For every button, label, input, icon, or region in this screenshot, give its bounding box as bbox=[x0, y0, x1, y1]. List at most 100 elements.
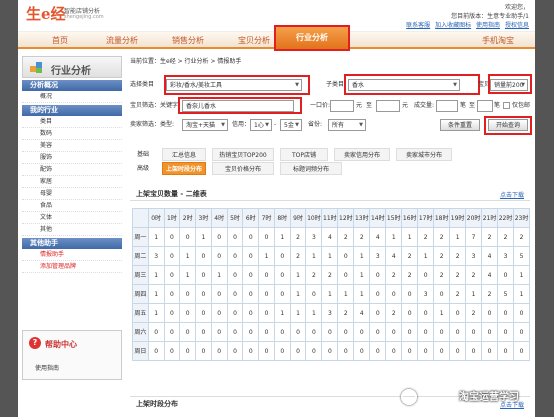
table-cell: 0 bbox=[401, 322, 419, 342]
sidebar-item-intel-assistant[interactable]: 情报助手 bbox=[22, 249, 122, 261]
tab-group-basic: 基础 bbox=[130, 148, 156, 161]
price-min-input[interactable] bbox=[330, 100, 354, 112]
table-cell: 4 bbox=[481, 246, 499, 266]
link-favorite[interactable]: 加入收藏图标 bbox=[435, 22, 471, 29]
table-cell: 1 bbox=[195, 227, 212, 247]
credit-min-select[interactable]: 1心 bbox=[250, 119, 272, 131]
table-cell: 0 bbox=[369, 303, 387, 323]
table-cell: 0 bbox=[433, 322, 451, 342]
table-cell: 0 bbox=[417, 265, 435, 285]
table-cell: 4 bbox=[369, 227, 387, 247]
table-cell: 0 bbox=[465, 341, 483, 361]
table-cell: 0 bbox=[210, 322, 228, 342]
nav-sales[interactable]: 销售分析 bbox=[162, 32, 214, 49]
tab-seller-city[interactable]: 卖家城市分布 bbox=[396, 148, 452, 161]
table-cell: 0 bbox=[210, 227, 228, 247]
table-cell: 0 bbox=[242, 227, 260, 247]
table-cell: 3 bbox=[147, 246, 165, 266]
sidebar-item-overview[interactable]: 概况 bbox=[22, 91, 122, 103]
table-cell: 1 bbox=[417, 246, 435, 266]
label-credit: 信用： bbox=[232, 121, 251, 128]
sidebar-section-tools[interactable]: 其他助手 bbox=[22, 238, 122, 249]
tab-top-shops[interactable]: TOP店铺 bbox=[280, 148, 328, 161]
table-cell: 0 bbox=[163, 265, 181, 285]
sidebar-section-overview[interactable]: 分析概况 bbox=[22, 80, 122, 91]
sidebar-item[interactable]: 文体 bbox=[22, 212, 122, 224]
table-cell: 0 bbox=[417, 322, 435, 342]
table-cell: 1 bbox=[385, 227, 403, 247]
table-cell: 1 bbox=[289, 303, 307, 323]
table-cell: 2 bbox=[497, 227, 515, 247]
table-cell: 4 bbox=[353, 303, 371, 323]
table-cell: 0 bbox=[337, 265, 355, 285]
help-guide-link[interactable]: 使用指南 bbox=[35, 363, 59, 372]
logo[interactable]: 生e经 bbox=[26, 3, 66, 24]
reset-button[interactable]: 条件重置 bbox=[440, 119, 480, 131]
table-cell: 1 bbox=[179, 265, 197, 285]
sidebar-item[interactable]: 数码 bbox=[22, 128, 122, 140]
nav-item[interactable]: 宝贝分析 bbox=[228, 32, 280, 49]
table-cell: 0 bbox=[179, 303, 197, 323]
nav-traffic[interactable]: 流量分析 bbox=[96, 32, 148, 49]
greeting: 欢迎您， bbox=[504, 4, 529, 11]
sidebar-item[interactable]: 家居 bbox=[22, 176, 122, 188]
download-link[interactable]: 点击下载 bbox=[500, 190, 524, 199]
table-cell: 1 bbox=[147, 284, 165, 304]
table-cell: 1 bbox=[289, 265, 307, 285]
price-max-input[interactable] bbox=[376, 100, 400, 112]
table-cell: 3 bbox=[497, 246, 515, 266]
sidebar-section-industry[interactable]: 我的行业 bbox=[22, 105, 122, 116]
main-nav: 首页 流量分析 销售分析 宝贝分析 行业分析 手机淘宝 bbox=[18, 25, 535, 51]
table-cell: 2 bbox=[289, 246, 307, 266]
seller-type-select[interactable]: 淘宝+天猫 bbox=[182, 119, 228, 131]
nav-mobile[interactable]: 手机淘宝 bbox=[468, 32, 528, 49]
table-cell: 1 bbox=[147, 265, 165, 285]
table-cell: 4 bbox=[481, 265, 499, 285]
table-row: 周四 1 0 0 0 0 0 0 0 0 1 0 1 1 1 0 0 0 3 0 2 1 2 5 1 bbox=[132, 284, 530, 304]
table-cell: 0 bbox=[465, 322, 483, 342]
tab-seller-credit[interactable]: 卖家信用分布 bbox=[334, 148, 390, 161]
sidebar-item[interactable]: 食品 bbox=[22, 200, 122, 212]
label-deal-unit2: 笔 bbox=[494, 102, 501, 109]
sidebar-item[interactable]: 服饰 bbox=[22, 152, 122, 164]
hour-header: 16时 bbox=[401, 208, 419, 228]
tab-price-dist[interactable]: 宝贝价格分布 bbox=[212, 162, 274, 175]
table-cell: 3 bbox=[465, 246, 483, 266]
tab-top200[interactable]: 热销宝贝TOP200 bbox=[212, 148, 274, 161]
table-cell: 0 bbox=[179, 341, 197, 361]
deal-max-input[interactable] bbox=[477, 100, 493, 112]
deal-min-input[interactable] bbox=[436, 100, 458, 112]
sidebar-item[interactable]: 类目 bbox=[22, 116, 122, 128]
table-cell: 1 bbox=[321, 246, 339, 266]
greeting-plan: 生意专业助手/1 bbox=[487, 13, 529, 20]
link-guide[interactable]: 使用指南 bbox=[476, 22, 500, 29]
sidebar: 行业分析 分析概况 概况 我的行业 类目 数码 美容 服饰 配饰 家居 母婴 食… bbox=[22, 56, 122, 411]
sidebar-item[interactable]: 配饰 bbox=[22, 164, 122, 176]
sidebar-item[interactable]: 母婴 bbox=[22, 188, 122, 200]
cubes-icon bbox=[30, 62, 42, 73]
credit-max-select[interactable]: 5金 bbox=[280, 119, 302, 131]
nav-home[interactable]: 首页 bbox=[38, 32, 82, 49]
sidebar-item[interactable]: 美容 bbox=[22, 140, 122, 152]
label-subcategory: 子类目 bbox=[326, 81, 345, 88]
sidebar-item-brand-manage[interactable]: 添加管理品牌 bbox=[22, 261, 122, 273]
link-contact[interactable]: 联系客服 bbox=[406, 22, 430, 29]
table-cell: 0 bbox=[242, 303, 260, 323]
table-row: 周五 1 0 0 0 0 0 0 0 1 1 1 3 2 4 0 2 0 0 1 0 2 0 0 0 bbox=[132, 303, 530, 323]
link-license[interactable]: 授权信息 bbox=[505, 22, 529, 29]
tab-title-words[interactable]: 标题词频分布 bbox=[280, 162, 342, 175]
tab-summary[interactable]: 汇总信息 bbox=[162, 148, 206, 161]
hour-header: 6时 bbox=[242, 208, 260, 228]
hour-header: 11时 bbox=[321, 208, 339, 228]
province-select[interactable]: 所有 bbox=[328, 119, 366, 131]
table-cell: 2 bbox=[481, 227, 499, 247]
hour-header: 12时 bbox=[337, 208, 355, 228]
table-cell: 2 bbox=[433, 246, 451, 266]
tab-listing-time[interactable]: 上架时段分布 bbox=[162, 162, 206, 175]
nav-industry[interactable]: 行业分析 bbox=[274, 25, 350, 51]
table-cell: 1 bbox=[449, 227, 467, 247]
sidebar-item[interactable]: 其他 bbox=[22, 224, 122, 236]
label-province: 省份: bbox=[308, 121, 323, 128]
free-shipping-checkbox[interactable] bbox=[503, 102, 510, 109]
table-cell: 1 bbox=[513, 265, 530, 285]
